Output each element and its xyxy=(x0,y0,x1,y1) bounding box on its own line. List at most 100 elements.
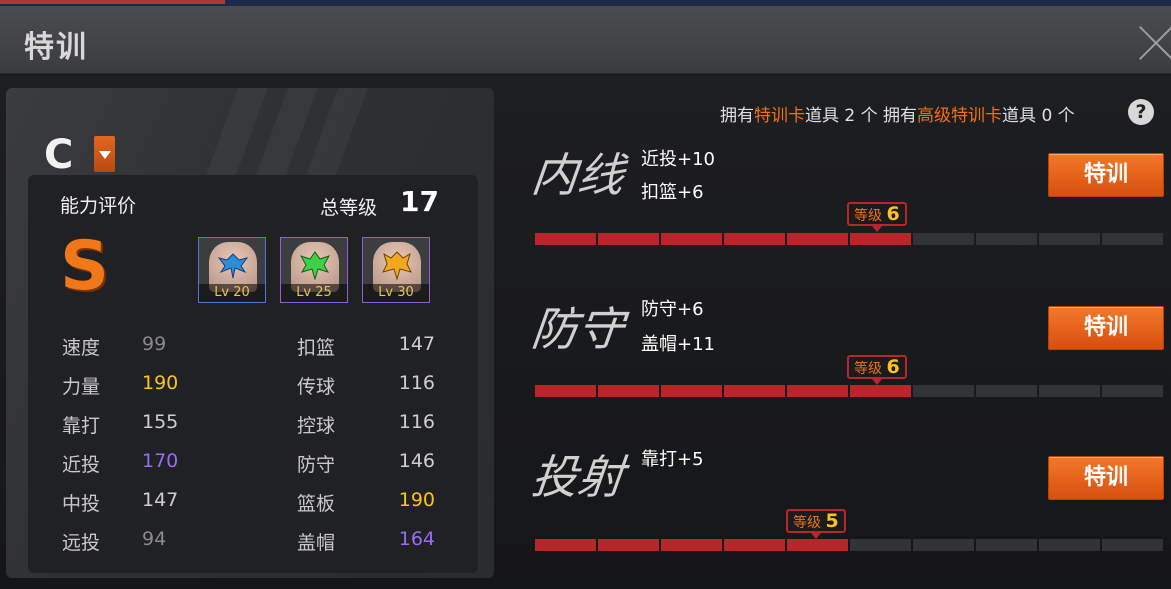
ability-label: 能力评价 xyxy=(60,195,137,217)
train-button-shooting[interactable]: 特训 xyxy=(1048,456,1164,500)
ability-grade: S xyxy=(60,227,109,306)
level-tag: 等级 6 xyxy=(847,202,907,232)
level-segment xyxy=(913,385,974,397)
tattoo-slot-2[interactable]: Lv 25 xyxy=(280,237,348,303)
training-card-name: 特训卡 xyxy=(754,106,805,126)
position-dropdown-button[interactable] xyxy=(94,136,115,172)
main-area: C 能力评价 总等级 17 S Lv 20 Lv 25 Lv 30 速度 99 … xyxy=(0,75,1171,589)
advanced-training-card-count: 0 xyxy=(1041,106,1053,126)
stat-name: 盖帽 xyxy=(297,532,336,554)
owned-unit: 个 xyxy=(860,106,878,126)
stat-value: 116 xyxy=(398,372,435,394)
stat-name: 速度 xyxy=(62,337,101,359)
level-segment xyxy=(850,233,911,245)
level-segment xyxy=(661,233,722,245)
stat-name: 力量 xyxy=(62,376,101,398)
training-title-inside: 内线 xyxy=(528,148,627,202)
ability-card: 能力评价 总等级 17 S Lv 20 Lv 25 Lv 30 速度 99 力量… xyxy=(28,175,478,573)
level-progress-bar xyxy=(535,539,1163,551)
level-segment xyxy=(976,233,1037,245)
wing-tattoo-icon xyxy=(382,251,412,280)
level-segment xyxy=(1102,539,1163,551)
training-title-shooting: 投射 xyxy=(528,450,627,504)
level-segment xyxy=(850,385,911,397)
level-segment xyxy=(724,233,785,245)
stat-value: 116 xyxy=(398,411,435,433)
level-progress-bar xyxy=(535,385,1163,397)
train-button-inside[interactable]: 特训 xyxy=(1048,153,1164,197)
level-segment xyxy=(535,233,596,245)
level-segment xyxy=(661,385,722,397)
train-button-defense[interactable]: 特训 xyxy=(1048,306,1164,350)
owned-text: 拥有 xyxy=(720,106,754,126)
stat-value: 170 xyxy=(142,450,179,472)
level-segment xyxy=(787,539,848,551)
level-segment xyxy=(598,539,659,551)
training-bonus: 防守+6 xyxy=(641,299,704,320)
top-strip-accent xyxy=(0,0,225,4)
level-segment xyxy=(598,233,659,245)
level-segment xyxy=(976,385,1037,397)
level-value: 5 xyxy=(825,510,839,532)
tattoo-level: Lv 25 xyxy=(281,284,347,302)
owned-text: 道具 xyxy=(805,106,839,126)
level-segment xyxy=(661,539,722,551)
training-card-count: 2 xyxy=(844,106,856,126)
stat-value: 164 xyxy=(398,528,435,550)
stat-name: 篮板 xyxy=(297,493,336,515)
training-bonus: 靠打+5 xyxy=(641,449,704,470)
tattoo-level: Lv 20 xyxy=(199,284,265,302)
stat-value: 146 xyxy=(398,450,435,472)
level-segment xyxy=(976,539,1037,551)
owned-items-text: 拥有特训卡道具 2 个 拥有高级特训卡道具 0 个 xyxy=(720,101,1075,126)
level-segment xyxy=(724,385,785,397)
close-icon[interactable] xyxy=(1138,24,1171,60)
level-segment xyxy=(1102,385,1163,397)
stat-name: 靠打 xyxy=(62,415,101,437)
level-progress-bar xyxy=(535,233,1163,245)
advanced-training-card-name: 高级特训卡 xyxy=(917,106,1003,126)
help-icon[interactable]: ? xyxy=(1128,99,1154,125)
stat-name: 传球 xyxy=(297,376,336,398)
level-label: 等级 xyxy=(854,208,882,224)
stat-name: 中投 xyxy=(62,493,101,515)
level-segment xyxy=(535,539,596,551)
training-bonus: 扣篮+6 xyxy=(641,182,704,203)
total-level-value: 17 xyxy=(400,185,439,218)
stat-name: 近投 xyxy=(62,454,101,476)
level-segment xyxy=(724,539,785,551)
tattoo-slot-3[interactable]: Lv 30 xyxy=(362,237,430,303)
stat-value: 190 xyxy=(398,489,435,511)
level-tag: 等级 5 xyxy=(786,509,846,539)
level-segment xyxy=(913,233,974,245)
level-value: 6 xyxy=(886,356,900,378)
player-position: C xyxy=(44,132,74,178)
tattoo-level: Lv 30 xyxy=(363,284,429,302)
owned-text: 拥有 xyxy=(883,106,918,126)
title-bar: 特训 xyxy=(0,6,1171,74)
owned-unit: 个 xyxy=(1057,106,1075,126)
training-title-defense: 防守 xyxy=(528,302,627,356)
stat-name: 扣篮 xyxy=(297,337,336,359)
tattoo-slot-1[interactable]: Lv 20 xyxy=(198,237,266,303)
stat-value: 155 xyxy=(142,411,179,433)
training-bonus: 近投+10 xyxy=(641,149,715,170)
window-title: 特训 xyxy=(24,30,88,65)
level-segment xyxy=(787,233,848,245)
wing-tattoo-icon xyxy=(299,251,331,280)
level-segment xyxy=(1039,539,1100,551)
level-segment xyxy=(1039,385,1100,397)
level-segment xyxy=(850,539,911,551)
training-bonus: 盖帽+11 xyxy=(641,334,715,355)
level-segment xyxy=(787,385,848,397)
owned-text: 道具 xyxy=(1002,106,1037,126)
level-segment xyxy=(1102,233,1163,245)
stat-name: 控球 xyxy=(297,415,336,437)
level-label: 等级 xyxy=(854,361,882,377)
stat-value: 190 xyxy=(142,372,179,394)
level-segment xyxy=(535,385,596,397)
wing-tattoo-icon xyxy=(217,253,249,279)
level-tag: 等级 6 xyxy=(847,355,907,385)
stat-value: 99 xyxy=(142,333,167,355)
stat-value: 147 xyxy=(398,333,435,355)
